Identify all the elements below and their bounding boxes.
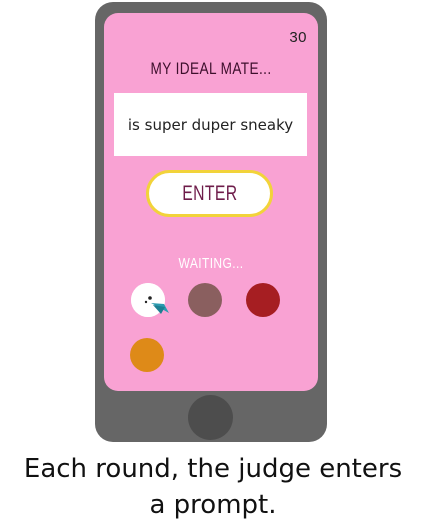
caption-line-2: a prompt. — [149, 490, 277, 520]
caption-line-1: Each round, the judge enters — [23, 454, 403, 484]
prompt-text: is super duper sneaky — [127, 115, 294, 134]
waiting-label: WAITING... — [178, 255, 244, 272]
home-button[interactable] — [188, 395, 233, 440]
player-avatar-1 — [131, 283, 169, 317]
enter-button-label: ENTER — [181, 181, 238, 205]
countdown-timer: 30 — [289, 29, 307, 46]
bird-icon — [131, 283, 169, 317]
player-avatar-4 — [130, 338, 164, 372]
player-avatar-3 — [246, 283, 280, 317]
prompt-title: MY IDEAL MATE... — [150, 59, 272, 78]
prompt-input[interactable]: is super duper sneaky — [114, 93, 307, 156]
player-avatar-2 — [188, 283, 222, 317]
enter-button[interactable]: ENTER — [146, 170, 273, 217]
caption: Each round, the judge enters a prompt. — [0, 451, 426, 523]
